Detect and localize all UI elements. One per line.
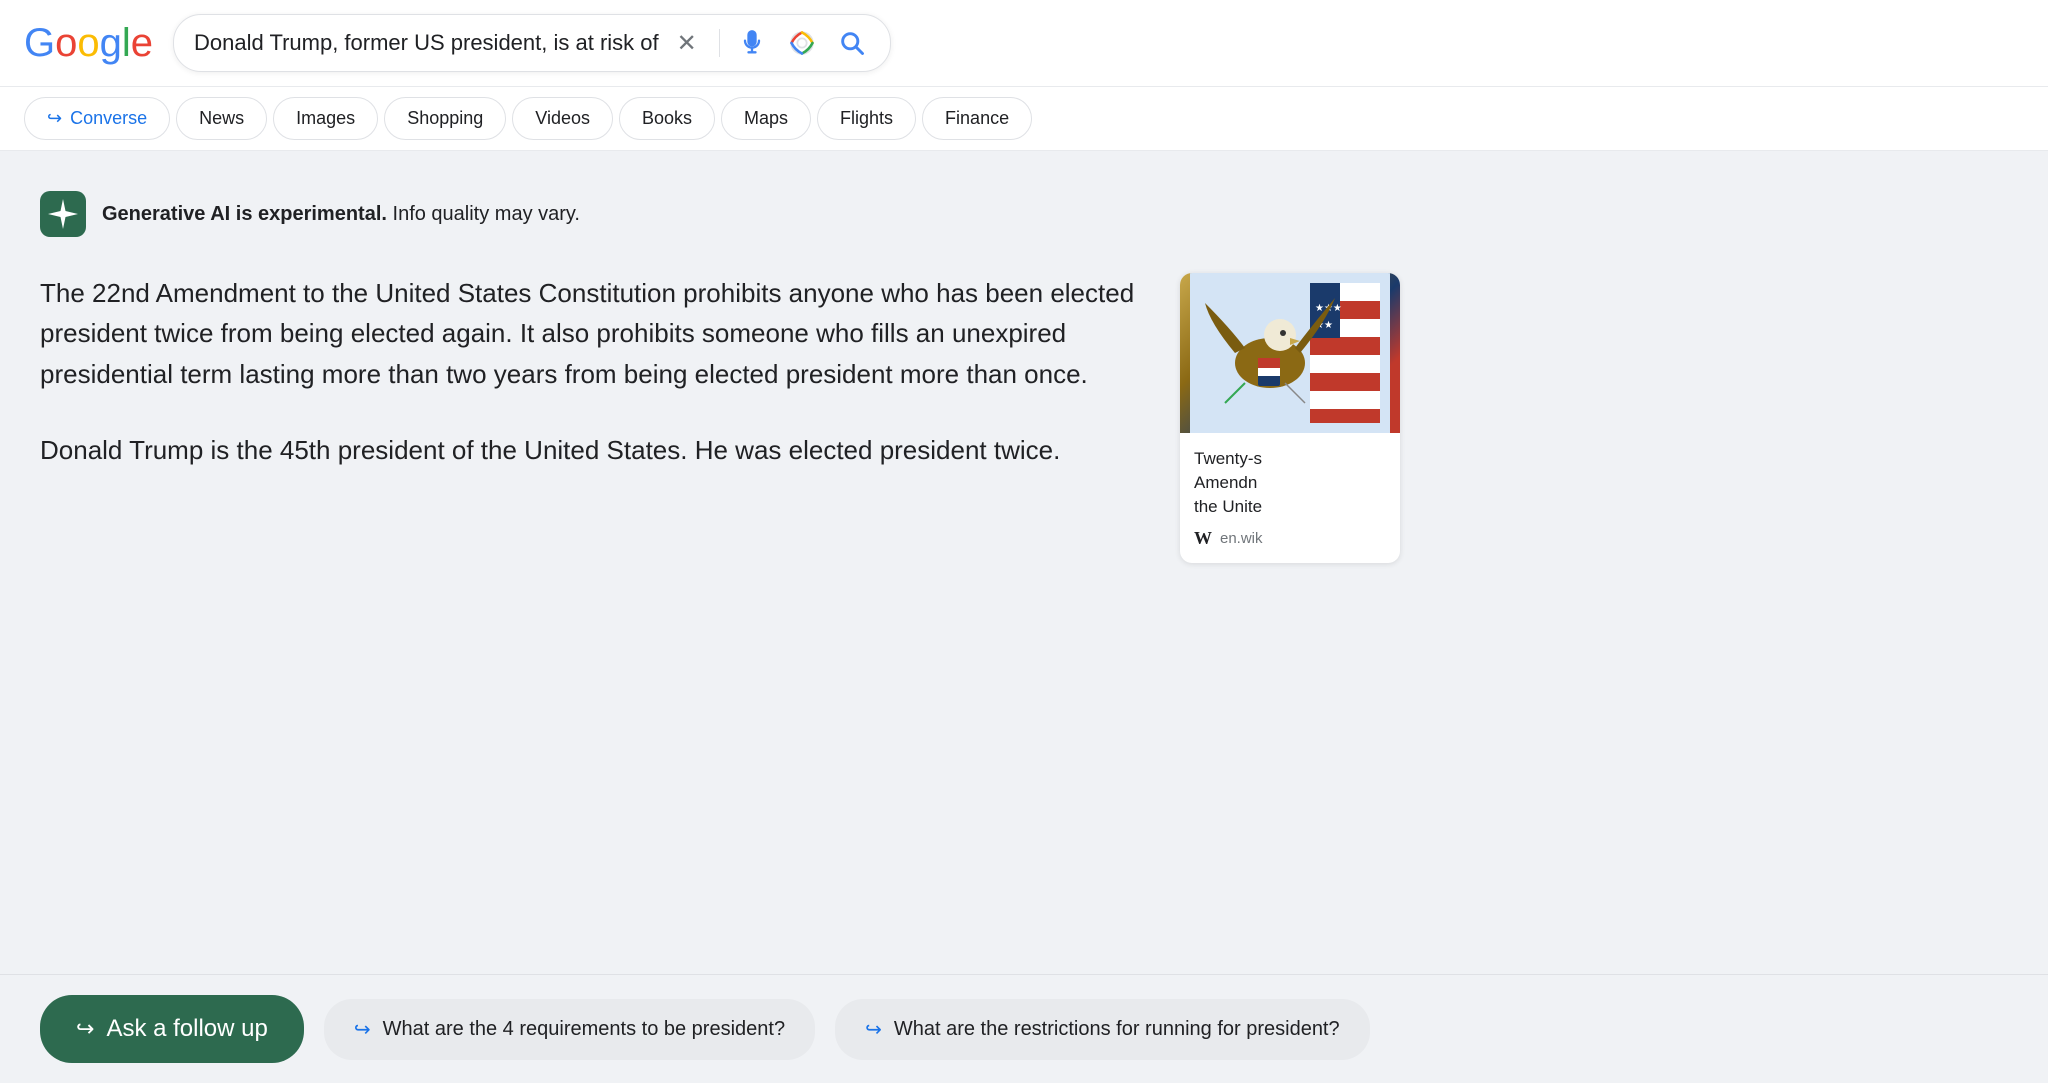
- sidebar-card-source: W en.wik: [1194, 528, 1386, 549]
- tab-images[interactable]: Images: [273, 97, 378, 140]
- bottom-bar: ↪ Ask a follow up ↪ What are the 4 requi…: [0, 974, 2048, 1083]
- tab-flights-label: Flights: [840, 108, 893, 129]
- suggestion-1-text: What are the 4 requirements to be presid…: [383, 1018, 785, 1041]
- suggestion-button-2[interactable]: ↪ What are the restrictions for running …: [835, 999, 1370, 1060]
- main-content: Generative AI is experimental. Info qual…: [0, 151, 2048, 1001]
- tab-shopping-label: Shopping: [407, 108, 483, 129]
- nav-tabs: ↪ Converse News Images Shopping Videos B…: [0, 87, 2048, 151]
- tab-images-label: Images: [296, 108, 355, 129]
- tab-converse[interactable]: ↪ Converse: [24, 97, 170, 140]
- divider: [719, 29, 720, 57]
- tab-maps[interactable]: Maps: [721, 97, 811, 140]
- suggestion-button-1[interactable]: ↪ What are the 4 requirements to be pres…: [324, 999, 815, 1060]
- ask-followup-label: Ask a follow up: [106, 1015, 267, 1043]
- tab-maps-label: Maps: [744, 108, 788, 129]
- tab-flights[interactable]: Flights: [817, 97, 916, 140]
- tab-shopping[interactable]: Shopping: [384, 97, 506, 140]
- suggestion2-arrow-icon: ↪: [865, 1017, 882, 1042]
- ai-notice-rest: Info quality may vary.: [387, 203, 580, 225]
- tab-books-label: Books: [642, 108, 692, 129]
- tab-books[interactable]: Books: [619, 97, 715, 140]
- ai-notice-bold: Generative AI is experimental.: [102, 203, 387, 225]
- converse-arrow-icon: ↪: [47, 108, 62, 129]
- content-area: The 22nd Amendment to the United States …: [40, 273, 2008, 563]
- ai-paragraph-2: Donald Trump is the 45th president of th…: [40, 430, 1140, 470]
- microphone-icon[interactable]: [734, 25, 770, 61]
- tab-news[interactable]: News: [176, 97, 267, 140]
- search-submit-icon[interactable]: [834, 25, 870, 61]
- ask-followup-button[interactable]: ↪ Ask a follow up: [40, 995, 304, 1063]
- suggestion1-arrow-icon: ↪: [354, 1017, 371, 1042]
- followup-arrow-icon: ↪: [76, 1016, 94, 1042]
- search-bar[interactable]: Donald Trump, former US president, is at…: [173, 14, 891, 72]
- ai-notice-bar: Generative AI is experimental. Info qual…: [40, 191, 2008, 237]
- ai-notice-text: Generative AI is experimental. Info qual…: [102, 203, 580, 226]
- sidebar-card-title: Twenty-sAmendnthe Unite: [1194, 447, 1386, 518]
- header: Google Donald Trump, former US president…: [0, 0, 2048, 87]
- tab-videos-label: Videos: [535, 108, 590, 129]
- tab-finance-label: Finance: [945, 108, 1009, 129]
- clear-search-button[interactable]: ✕: [669, 25, 705, 61]
- search-icons: ✕: [669, 25, 870, 61]
- sidebar-source-url: en.wik: [1220, 530, 1263, 547]
- tab-converse-label: Converse: [70, 108, 147, 129]
- google-logo: Google: [24, 21, 153, 66]
- wikipedia-w-icon: W: [1194, 528, 1212, 549]
- sidebar-card-body: Twenty-sAmendnthe Unite W en.wik: [1180, 433, 1400, 563]
- suggestion-2-text: What are the restrictions for running fo…: [894, 1018, 1340, 1041]
- ai-sparkle-icon: [40, 191, 86, 237]
- ai-paragraph-1: The 22nd Amendment to the United States …: [40, 273, 1140, 394]
- main-text: The 22nd Amendment to the United States …: [40, 273, 1140, 506]
- lens-icon[interactable]: [784, 25, 820, 61]
- sidebar-card-image: ★★★ ★★: [1180, 273, 1400, 433]
- tab-videos[interactable]: Videos: [512, 97, 613, 140]
- tab-finance[interactable]: Finance: [922, 97, 1032, 140]
- search-query: Donald Trump, former US president, is at…: [194, 30, 659, 56]
- sidebar-card[interactable]: ★★★ ★★: [1180, 273, 1400, 563]
- tab-news-label: News: [199, 108, 244, 129]
